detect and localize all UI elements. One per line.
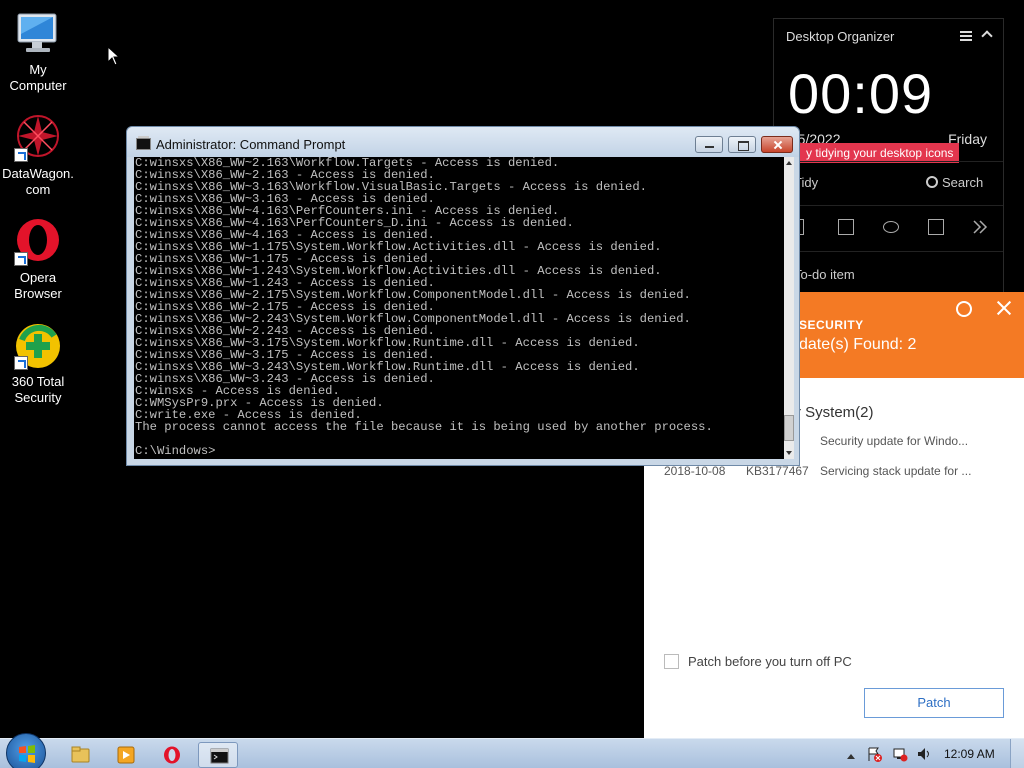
window-titlebar[interactable]: Administrator: Command Prompt	[127, 127, 799, 157]
desktop-icon-360-security[interactable]: 360 Total Security	[0, 322, 76, 406]
updates-found-label: date(s) Found: 2	[799, 336, 917, 353]
command-prompt-window: Administrator: Command Prompt C:winsxs\X…	[126, 126, 800, 466]
edit-note-icon[interactable]	[928, 219, 944, 235]
taskbar-clock[interactable]: 12:09 AM	[944, 747, 995, 761]
organizer-tip-tooltip: y tidying your desktop icons	[800, 143, 960, 163]
cmd-icon	[210, 748, 229, 764]
explorer-icon	[71, 746, 90, 763]
shortcut-arrow-icon	[14, 252, 28, 266]
double-chevron-right-icon[interactable]	[972, 219, 988, 235]
checkbox-label: Patch before you turn off PC	[688, 654, 852, 669]
desktop-icon-datawagon[interactable]: DataWagon. com	[0, 114, 76, 198]
volume-icon[interactable]	[916, 746, 932, 765]
desktop-icon-label: DataWagon. com	[2, 166, 74, 197]
todo-label: To-do item	[794, 267, 855, 282]
maximize-button[interactable]	[728, 136, 756, 153]
update-row[interactable]: 2018-10-08 KB3177467 Servicing stack updat…	[664, 464, 971, 478]
window-title: Administrator: Command Prompt	[156, 137, 346, 152]
close-icon[interactable]	[996, 300, 1012, 316]
scroll-down-arrow-icon[interactable]	[786, 451, 792, 455]
organizer-toolbar	[794, 219, 994, 239]
menu-icon[interactable]	[960, 31, 972, 41]
windows-logo-icon	[19, 745, 35, 763]
update-kb: KB3177467	[746, 464, 809, 478]
eye-icon[interactable]	[883, 221, 899, 233]
update-description: Security update for Windo...	[820, 434, 969, 448]
shortcut-arrow-icon	[14, 356, 28, 370]
datawagon-icon	[14, 114, 62, 162]
shortcut-arrow-icon	[14, 148, 28, 162]
console-prompt: C:\Windows>	[135, 444, 216, 458]
taskbar-media-player-button[interactable]	[106, 742, 146, 768]
opera-icon	[14, 218, 62, 266]
360-security-icon	[14, 322, 62, 370]
close-button[interactable]	[761, 136, 793, 153]
organizer-clock: 00:09	[788, 62, 934, 125]
patch-before-shutdown-checkbox[interactable]	[664, 654, 679, 669]
search-button[interactable]: Search	[926, 175, 983, 190]
divider	[774, 161, 1003, 162]
console-output: C:winsxs\X86_WW~2.163\Workflow.Targets -…	[135, 157, 713, 434]
chevron-up-icon[interactable]	[981, 30, 993, 42]
search-icon	[926, 176, 938, 188]
computer-icon	[14, 10, 62, 58]
divider	[774, 205, 1003, 206]
organizer-title: Desktop Organizer	[786, 29, 895, 44]
show-desktop-button[interactable]	[1010, 739, 1024, 768]
start-button[interactable]	[6, 733, 46, 768]
desktop-icon-my-computer[interactable]: My Computer	[0, 10, 76, 94]
show-hidden-icons-icon[interactable]	[846, 749, 856, 763]
desktop-icon-label: My Computer	[9, 62, 67, 93]
taskbar-opera-button[interactable]	[152, 742, 192, 768]
scroll-up-arrow-icon[interactable]	[786, 161, 792, 165]
patch-button[interactable]: Patch	[864, 688, 1004, 718]
desktop: My Computer DataWagon. com Opera Browser	[0, 0, 1024, 768]
update-description: Servicing stack update for ...	[820, 464, 972, 478]
patch-before-shutdown-option[interactable]: Patch before you turn off PC	[664, 654, 852, 669]
console-output-area[interactable]: C:winsxs\X86_WW~2.163\Workflow.Targets -…	[134, 157, 784, 459]
desktop-icon-label: 360 Total Security	[11, 374, 65, 405]
action-center-flag-icon[interactable]	[866, 746, 882, 765]
scrollbar-thumb[interactable]	[784, 415, 794, 441]
cmd-icon[interactable]	[136, 136, 151, 150]
network-icon[interactable]	[892, 746, 908, 765]
mouse-cursor-icon	[107, 46, 121, 66]
update-group-title: r System(2)	[796, 404, 874, 421]
search-label: Search	[942, 175, 984, 190]
desktop-icon-opera[interactable]: Opera Browser	[0, 218, 76, 302]
taskbar-cmd-button[interactable]	[198, 742, 238, 768]
gear-icon[interactable]	[956, 301, 972, 317]
minimize-button[interactable]	[695, 136, 723, 153]
opera-icon	[164, 746, 180, 764]
desktop-organizer-widget: Desktop Organizer 00:09 /25/2022 Friday …	[773, 18, 1004, 298]
update-date: 2018-10-08	[664, 464, 726, 478]
divider	[774, 251, 1003, 252]
desktop-icon-label: Opera Browser	[14, 270, 62, 301]
taskbar: 12:09 AM	[0, 733, 1024, 768]
vertical-scrollbar[interactable]	[784, 157, 794, 459]
crop-icon[interactable]	[838, 219, 854, 235]
security-brand: SECURITY	[799, 318, 864, 332]
media-player-icon	[117, 746, 135, 764]
todo-item-button[interactable]: To-do item	[794, 267, 855, 282]
taskbar-explorer-button[interactable]	[60, 742, 100, 768]
